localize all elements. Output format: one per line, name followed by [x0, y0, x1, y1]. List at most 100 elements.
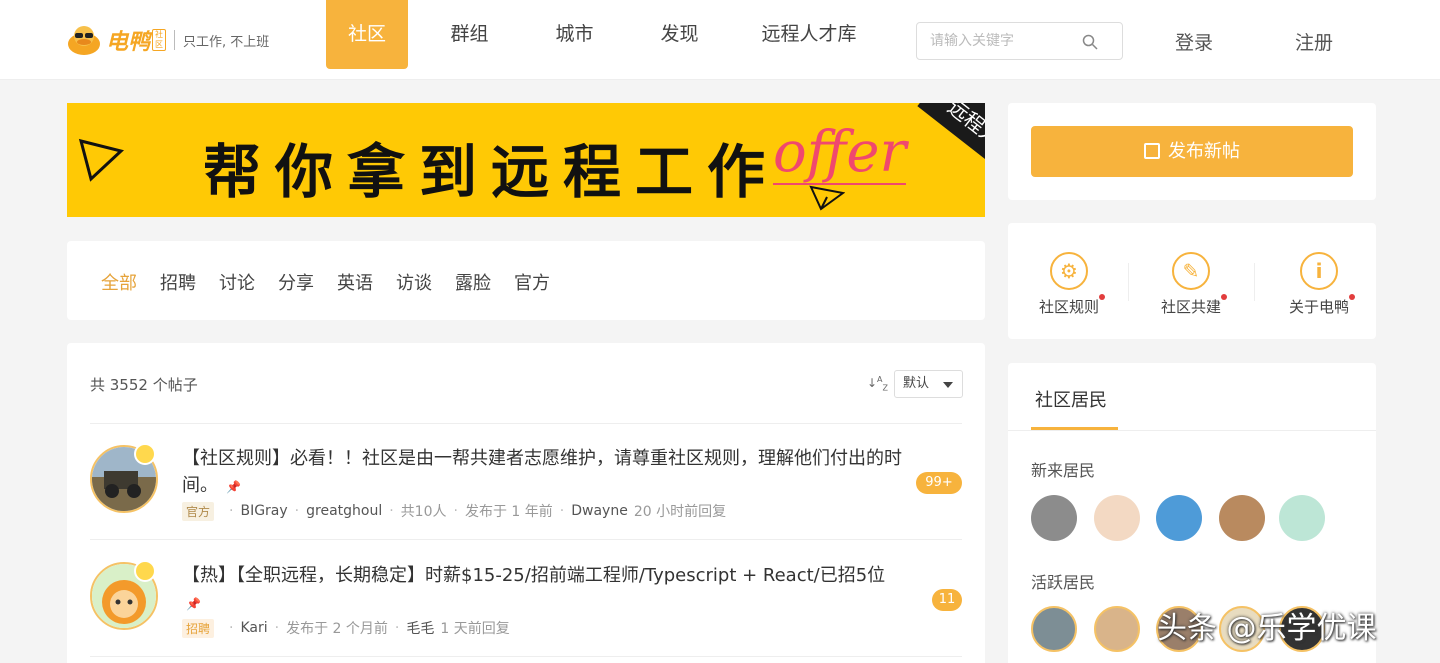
- active-residents-heading: 活跃居民: [1031, 573, 1096, 592]
- tab-discussion[interactable]: 讨论: [219, 269, 255, 295]
- search-input[interactable]: [917, 23, 1077, 59]
- banner-headline: 帮你拿到远程工作: [203, 138, 780, 206]
- avatar[interactable]: [1219, 495, 1265, 541]
- publish-card: 发布新帖: [1008, 103, 1376, 200]
- last-reply-time: 1 天前回复: [440, 621, 510, 637]
- last-replier[interactable]: Dwayne: [571, 503, 628, 519]
- post-title[interactable]: 【社区规则】必看！！社区是由一帮共建者志愿维护，请尊重社区规则，理解他们付出的时…: [182, 445, 922, 501]
- avatar[interactable]: [1279, 495, 1325, 541]
- notification-dot: [1099, 294, 1105, 300]
- category-tabs: 全部 招聘 讨论 分享 英语 访谈 露脸 官方: [101, 269, 573, 295]
- main-nav: 社区 群组 城市 发现 远程人才库: [326, 0, 869, 69]
- avatar[interactable]: [1094, 495, 1140, 541]
- new-residents-heading: 新来居民: [1031, 461, 1096, 480]
- post-tag[interactable]: 官方: [182, 501, 215, 521]
- post-author[interactable]: Kari: [240, 620, 267, 636]
- promo-banner[interactable]: 帮你拿到远程工作 offer 远程人才库: [67, 103, 985, 217]
- chevron-down-icon: [943, 382, 953, 388]
- login-link[interactable]: 登录: [1175, 28, 1213, 55]
- tab-all[interactable]: 全部: [101, 269, 137, 295]
- new-post-label: 发布新帖: [1168, 141, 1240, 162]
- avatar[interactable]: [1031, 495, 1077, 541]
- pin-icon: 📌: [186, 597, 201, 611]
- sort-az-icon: ↓AZ: [866, 375, 888, 393]
- sort-control: ↓AZ 默认: [867, 370, 963, 398]
- avatar[interactable]: [1156, 495, 1202, 541]
- avatar[interactable]: [1094, 606, 1140, 652]
- post-coauthor[interactable]: greatghoul: [306, 503, 382, 519]
- reply-count-badge: 11: [932, 589, 962, 611]
- quick-link-about[interactable]: i 关于电鸭: [1258, 223, 1380, 317]
- sort-select[interactable]: 默认: [894, 370, 963, 398]
- tab-interview[interactable]: 访谈: [396, 269, 432, 295]
- post-author[interactable]: BIGray: [240, 503, 287, 519]
- post-meta: 官方 · BIGray · greatghoul · 共10人 · 发布于 1 …: [182, 501, 726, 521]
- quick-link-label: 社区共建: [1161, 294, 1227, 317]
- logo-divider: [174, 30, 176, 50]
- nav-community[interactable]: 社区: [326, 0, 408, 69]
- list-divider: [90, 656, 962, 657]
- tab-showface[interactable]: 露脸: [455, 269, 491, 295]
- nav-discover[interactable]: 发现: [628, 0, 731, 69]
- last-replier[interactable]: 毛毛: [406, 618, 434, 638]
- tab-hiring[interactable]: 招聘: [160, 269, 196, 295]
- nav-groups[interactable]: 群组: [418, 0, 521, 69]
- post-title-text[interactable]: 【热】【全职远程，长期稳定】时薪$15-25/招前端工程师/Typescript…: [182, 565, 885, 586]
- list-divider: [90, 539, 962, 540]
- pin-icon: 📌: [226, 480, 241, 494]
- nav-talent-pool[interactable]: 远程人才库: [749, 0, 869, 69]
- post-meta: 招聘 · Kari · 发布于 2 个月前 · 毛毛 1 天前回复: [182, 618, 510, 638]
- notification-dot: [1349, 294, 1355, 300]
- watermark: 头条 @乐学优课: [1157, 611, 1377, 646]
- gear-chat-icon: ⚙: [1050, 252, 1088, 290]
- top-header: 电鸭 社区 只工作, 不上班 社区 群组 城市 发现 远程人才库 登录 注册: [0, 0, 1440, 80]
- post-time: 发布于 1 年前: [464, 504, 553, 520]
- quick-link-rules[interactable]: ⚙ 社区规则: [1008, 223, 1130, 317]
- duck-logo-icon: [66, 24, 102, 56]
- post-item[interactable]: 【社区规则】必看！！社区是由一帮共建者志愿维护，请尊重社区规则，理解他们付出的时…: [90, 443, 962, 525]
- duck-badge-icon: [134, 560, 156, 582]
- paper-plane-icon: [809, 185, 845, 211]
- tab-official[interactable]: 官方: [514, 269, 550, 295]
- post-title[interactable]: 【热】【全职远程，长期稳定】时薪$15-25/招前端工程师/Typescript…: [182, 562, 922, 618]
- post-title-text[interactable]: 【社区规则】必看！！社区是由一帮共建者志愿维护，请尊重社区规则，理解他们付出的时…: [182, 448, 902, 496]
- site-slogan: 只工作, 不上班: [183, 34, 270, 50]
- category-filter-card: 全部 招聘 讨论 分享 英语 访谈 露脸 官方: [67, 241, 985, 320]
- search-box: [916, 22, 1123, 60]
- divider: [1008, 430, 1376, 431]
- quick-link-label: 社区规则: [1039, 294, 1105, 317]
- search-icon[interactable]: [1082, 34, 1098, 50]
- quick-links-card: ⚙ 社区规则 ✎ 社区共建 i 关于电鸭: [1008, 223, 1376, 339]
- site-logo[interactable]: 电鸭 社区 只工作, 不上班: [66, 24, 269, 56]
- quick-link-co-build[interactable]: ✎ 社区共建: [1130, 223, 1252, 317]
- post-time: 发布于 2 个月前: [286, 621, 388, 637]
- residents-tab[interactable]: 社区居民: [1035, 386, 1107, 412]
- post-participants: 共10人: [400, 504, 447, 520]
- nav-cities[interactable]: 城市: [523, 0, 626, 69]
- edit-icon: [1144, 143, 1160, 159]
- logo-text: 电鸭: [106, 30, 151, 55]
- reply-count-badge: 99+: [916, 472, 962, 494]
- register-link[interactable]: 注册: [1295, 28, 1333, 55]
- divider: [1254, 263, 1255, 301]
- post-tag[interactable]: 招聘: [182, 618, 215, 638]
- tab-english[interactable]: 英语: [337, 269, 373, 295]
- duckling-icon: ✎: [1172, 252, 1210, 290]
- triangle-decor-icon: [78, 138, 125, 182]
- divider: [1128, 263, 1129, 301]
- banner-offer: offer: [773, 120, 907, 185]
- sort-value: 默认: [903, 376, 930, 391]
- logo-badge: 社区: [152, 29, 167, 51]
- post-count: 共 3552 个帖子: [90, 376, 198, 394]
- post-item[interactable]: 【热】【全职远程，长期稳定】时薪$15-25/招前端工程师/Typescript…: [90, 560, 962, 642]
- notification-dot: [1221, 294, 1227, 300]
- tab-share[interactable]: 分享: [278, 269, 314, 295]
- banner-ribbon: 远程人才库: [917, 103, 985, 199]
- duck-badge-icon: [134, 443, 156, 465]
- post-list-card: 共 3552 个帖子 ↓AZ 默认 【社区规则】必看！！社区是由一帮共建者志愿维…: [67, 343, 985, 663]
- avatar[interactable]: [1031, 606, 1077, 652]
- quick-link-label: 关于电鸭: [1289, 294, 1355, 317]
- info-icon: i: [1300, 252, 1338, 290]
- last-reply-time: 20 小时前回复: [633, 504, 727, 520]
- new-post-button[interactable]: 发布新帖: [1031, 126, 1353, 177]
